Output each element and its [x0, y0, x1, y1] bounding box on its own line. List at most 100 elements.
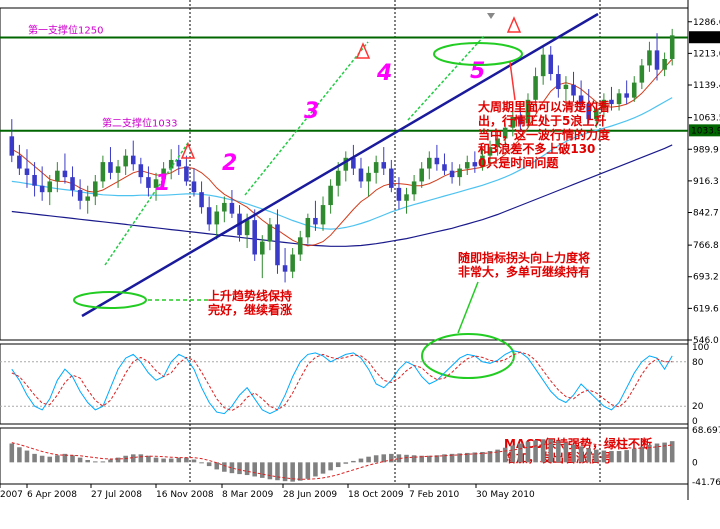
macd-histogram-bar	[267, 462, 273, 480]
candle-body	[305, 217, 311, 238]
candle-body	[39, 185, 45, 193]
candle-body	[647, 50, 652, 66]
wave-analysis-annotation: 出，行情正处于5浪上升	[478, 113, 606, 128]
price-tick-label: 916.3	[693, 177, 719, 187]
candle-body	[206, 207, 212, 225]
macd-histogram-bar	[93, 461, 98, 463]
macd-histogram-bar	[518, 443, 523, 463]
wave-label-4: 4	[376, 61, 392, 86]
candle-body	[275, 224, 280, 266]
candle-body	[108, 162, 113, 173]
macd-histogram-bar	[328, 462, 333, 471]
candle-body	[184, 166, 189, 182]
candle-body	[199, 192, 204, 208]
macd-histogram-bar	[214, 462, 220, 470]
candle-body	[313, 217, 318, 225]
macd-histogram-bar	[9, 443, 15, 463]
candle-body	[290, 254, 295, 272]
macd-histogram-bar	[594, 449, 599, 463]
date-tick-label: 18 Oct 2009	[348, 490, 404, 500]
macd-histogram-bar	[533, 440, 538, 463]
candle-body	[427, 157, 432, 169]
wave-label-5: 5	[470, 59, 485, 84]
wave-analysis-annotation: 0只是时间问题	[478, 155, 559, 170]
candle-body	[404, 194, 409, 201]
candle-body	[669, 35, 675, 59]
candle-body	[457, 168, 462, 178]
candle-body	[267, 224, 273, 242]
date-tick-label: 30 May 2010	[476, 490, 535, 500]
candle-body	[563, 84, 569, 90]
candle-body	[176, 159, 182, 167]
macd-histogram-bar	[313, 462, 318, 477]
price-tick-label: 766.8	[693, 241, 719, 251]
candle-body	[624, 93, 629, 98]
candle-body	[115, 166, 121, 173]
candle-body	[548, 54, 554, 75]
macd-histogram-bar	[616, 451, 622, 463]
candle-body	[358, 168, 364, 182]
macd-histogram-bar	[168, 458, 174, 463]
macd-histogram-bar	[351, 460, 356, 463]
candle-body	[55, 170, 60, 182]
candle-body	[328, 185, 333, 206]
candle-body	[297, 237, 303, 255]
date-tick-label: 16 Nov 2008	[156, 490, 214, 500]
candle-body	[62, 170, 68, 178]
chart-window: 1286.6 1213.0 1139.4 1063.5 989.9 916.3 842.7 7…	[0, 0, 720, 529]
price-chart: 1286.6 1213.0 1139.4 1063.5 989.9 916.3 842.7 7…	[0, 0, 720, 529]
macd-histogram-bar	[244, 462, 250, 476]
macd-histogram-bar	[260, 462, 265, 478]
macd-tick-label: -41.762	[692, 478, 720, 488]
candle-body	[229, 202, 235, 214]
candle-body	[434, 157, 440, 165]
candle-body	[533, 76, 538, 100]
macd-histogram-bar	[199, 462, 204, 464]
price-tick-label: 619.6	[693, 304, 719, 314]
trendline-annotation: 完好，继续看涨	[208, 302, 292, 317]
macd-histogram-bar	[17, 447, 22, 463]
price-tick-label: 989.9	[693, 145, 719, 155]
price-tick-label: 1213.0	[693, 49, 720, 59]
macd-histogram-bar	[366, 456, 371, 463]
macd-histogram-bar	[39, 455, 45, 463]
macd-histogram-bar	[100, 461, 106, 463]
date-tick-label: 8 Mar 2009	[222, 490, 274, 500]
candle-body	[47, 181, 53, 193]
candle-body	[9, 136, 15, 156]
macd-histogram-bar	[184, 457, 189, 463]
stoch-tick-label: 20	[692, 402, 704, 412]
macd-histogram-bar	[55, 455, 60, 463]
macd-histogram-bar	[411, 455, 417, 463]
candle-body	[260, 241, 265, 255]
candle-body	[389, 168, 394, 188]
candle-body	[17, 155, 22, 169]
candle-body	[662, 58, 667, 70]
wave-analysis-annotation: 当中，这一波行情的力度	[478, 127, 611, 142]
date-tick-label: 7 Feb 2010	[409, 490, 460, 500]
macd-tick-label: 0	[692, 458, 698, 468]
candle-body	[70, 177, 75, 191]
stoch-tick-label: 100	[692, 343, 709, 353]
macd-histogram-bar	[556, 440, 561, 463]
stoch-tick-label: 80	[692, 358, 704, 368]
candle-body	[654, 50, 660, 70]
candle-body	[449, 170, 455, 178]
macd-histogram-bar	[320, 462, 326, 474]
macd-histogram-bar	[115, 457, 121, 463]
candle-body	[616, 93, 622, 105]
macd-histogram-bar	[373, 455, 379, 463]
macd-histogram-bar	[206, 462, 212, 467]
candle-body	[138, 164, 144, 178]
macd-histogram-bar	[609, 451, 614, 463]
candle-body	[85, 196, 90, 201]
candle-body	[366, 172, 371, 182]
candle-body	[77, 190, 83, 201]
macd-histogram-bar	[389, 453, 394, 463]
candle-body	[419, 168, 424, 182]
candle-body	[411, 181, 417, 195]
candle-body	[24, 168, 30, 175]
macd-histogram-bar	[24, 450, 30, 463]
candle-body	[100, 162, 106, 182]
macd-histogram-bar	[161, 458, 166, 463]
